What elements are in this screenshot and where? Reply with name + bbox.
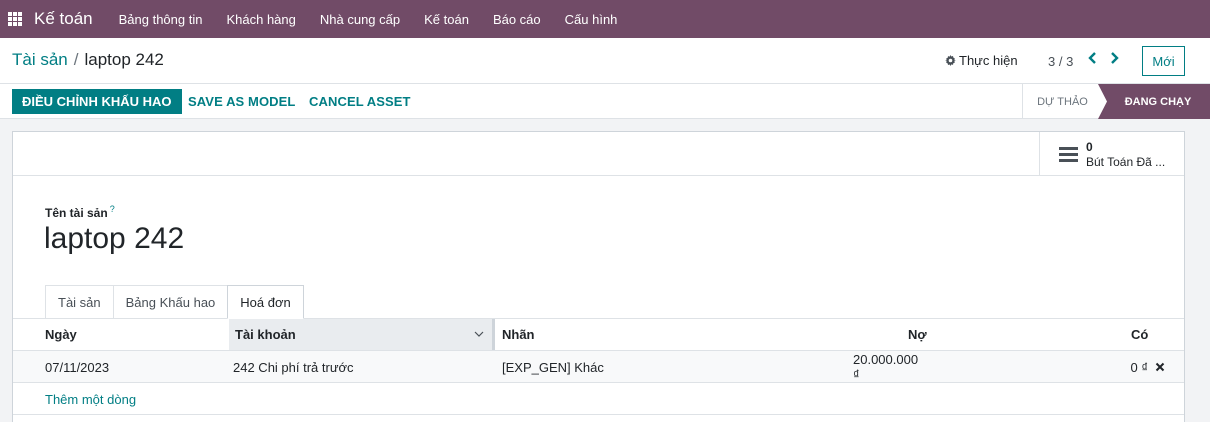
column-header-credit[interactable]: Có bbox=[1131, 319, 1148, 350]
stage-draft[interactable]: DỰ THẢO bbox=[1022, 84, 1102, 119]
asset-name-label-text: Tên tài sản bbox=[45, 206, 108, 220]
apps-grid-icon[interactable] bbox=[8, 12, 22, 26]
menu-dashboard[interactable]: Bảng thông tin bbox=[107, 12, 215, 27]
smart-button-box: 0 Bút Toán Đã ... bbox=[13, 132, 1184, 176]
tab-invoices[interactable]: Hoá đơn bbox=[227, 285, 304, 319]
menu-accounting[interactable]: Kế toán bbox=[412, 12, 481, 27]
cell-date[interactable]: 07/11/2023 bbox=[45, 351, 109, 383]
app-brand[interactable]: Kế toán bbox=[34, 9, 93, 29]
column-header-debit[interactable]: Nợ bbox=[908, 319, 927, 350]
cancel-asset-button[interactable]: CANCEL ASSET bbox=[309, 89, 411, 114]
notebook-tabs: Tài sản Bảng Khấu hao Hoá đơn bbox=[45, 285, 304, 319]
pager-value[interactable]: 3 / 3 bbox=[1048, 54, 1073, 69]
modify-depreciation-button[interactable]: ĐIỀU CHỈNH KHẤU HAO bbox=[12, 89, 182, 114]
column-header-date[interactable]: Ngày bbox=[45, 319, 77, 350]
asset-name-label: Tên tài sản? bbox=[45, 204, 115, 220]
cell-credit[interactable]: 0 ₫ bbox=[1113, 351, 1148, 383]
breadcrumb: Tài sản / laptop 242 bbox=[12, 50, 164, 70]
menu-vendors[interactable]: Nhà cung cấp bbox=[308, 12, 412, 27]
gear-icon bbox=[945, 55, 956, 66]
stage-running[interactable]: ĐANG CHẠY bbox=[1098, 84, 1210, 119]
add-line-link[interactable]: Thêm một dòng bbox=[45, 392, 136, 407]
breadcrumb-separator: / bbox=[73, 50, 79, 69]
table-row[interactable]: 07/11/2023 242 Chi phí trả trước [EXP_GE… bbox=[13, 351, 1184, 383]
new-record-button[interactable]: Mới bbox=[1142, 46, 1185, 76]
menu-configuration[interactable]: Cấu hình bbox=[553, 12, 630, 27]
cell-debit[interactable]: 20.000.000 ₫ bbox=[853, 351, 927, 383]
help-tooltip-icon[interactable]: ? bbox=[110, 204, 115, 214]
chevron-left-icon[interactable] bbox=[1086, 50, 1100, 66]
form-sheet: 0 Bút Toán Đã ... Tên tài sản? laptop 24… bbox=[12, 131, 1185, 422]
control-panel: Tài sản / laptop 242 Thực hiện 3 / 3 Mới bbox=[0, 38, 1210, 84]
column-header-account[interactable]: Tài khoản bbox=[229, 319, 495, 350]
asset-name-field[interactable]: laptop 242 bbox=[44, 222, 184, 256]
breadcrumb-current: laptop 242 bbox=[84, 50, 164, 69]
posted-entries-smart-button[interactable]: 0 Bút Toán Đã ... bbox=[1039, 132, 1184, 176]
save-as-model-button[interactable]: SAVE AS MODEL bbox=[188, 89, 295, 114]
top-navbar: Kế toán Bảng thông tin Khách hàng Nhà cu… bbox=[0, 0, 1210, 38]
tab-asset[interactable]: Tài sản bbox=[45, 285, 114, 319]
column-header-label[interactable]: Nhãn bbox=[502, 319, 535, 350]
action-menu-label: Thực hiện bbox=[959, 53, 1018, 68]
column-header-account-label: Tài khoản bbox=[235, 327, 296, 342]
action-menu-button[interactable]: Thực hiện bbox=[945, 53, 1018, 68]
chevron-down-icon bbox=[474, 331, 484, 337]
smart-button-label: Bút Toán Đã ... bbox=[1086, 155, 1166, 169]
list-bars-icon bbox=[1059, 147, 1078, 162]
smart-button-count: 0 bbox=[1086, 140, 1093, 154]
cell-account[interactable]: 242 Chi phí trả trước bbox=[233, 351, 354, 383]
delete-row-icon[interactable] bbox=[1155, 362, 1165, 372]
menu-reporting[interactable]: Báo cáo bbox=[481, 12, 553, 27]
table-footer-divider bbox=[13, 414, 1184, 415]
chevron-right-icon[interactable] bbox=[1107, 50, 1121, 66]
tab-depreciation-board[interactable]: Bảng Khấu hao bbox=[112, 285, 229, 319]
menu-customers[interactable]: Khách hàng bbox=[214, 12, 307, 27]
breadcrumb-parent-link[interactable]: Tài sản bbox=[12, 50, 68, 69]
cell-label[interactable]: [EXP_GEN] Khác bbox=[502, 351, 604, 383]
table-header: Ngày Tài khoản Nhãn Nợ Có bbox=[13, 319, 1184, 351]
form-statusbar: ĐIỀU CHỈNH KHẤU HAO SAVE AS MODEL CANCEL… bbox=[0, 84, 1210, 119]
